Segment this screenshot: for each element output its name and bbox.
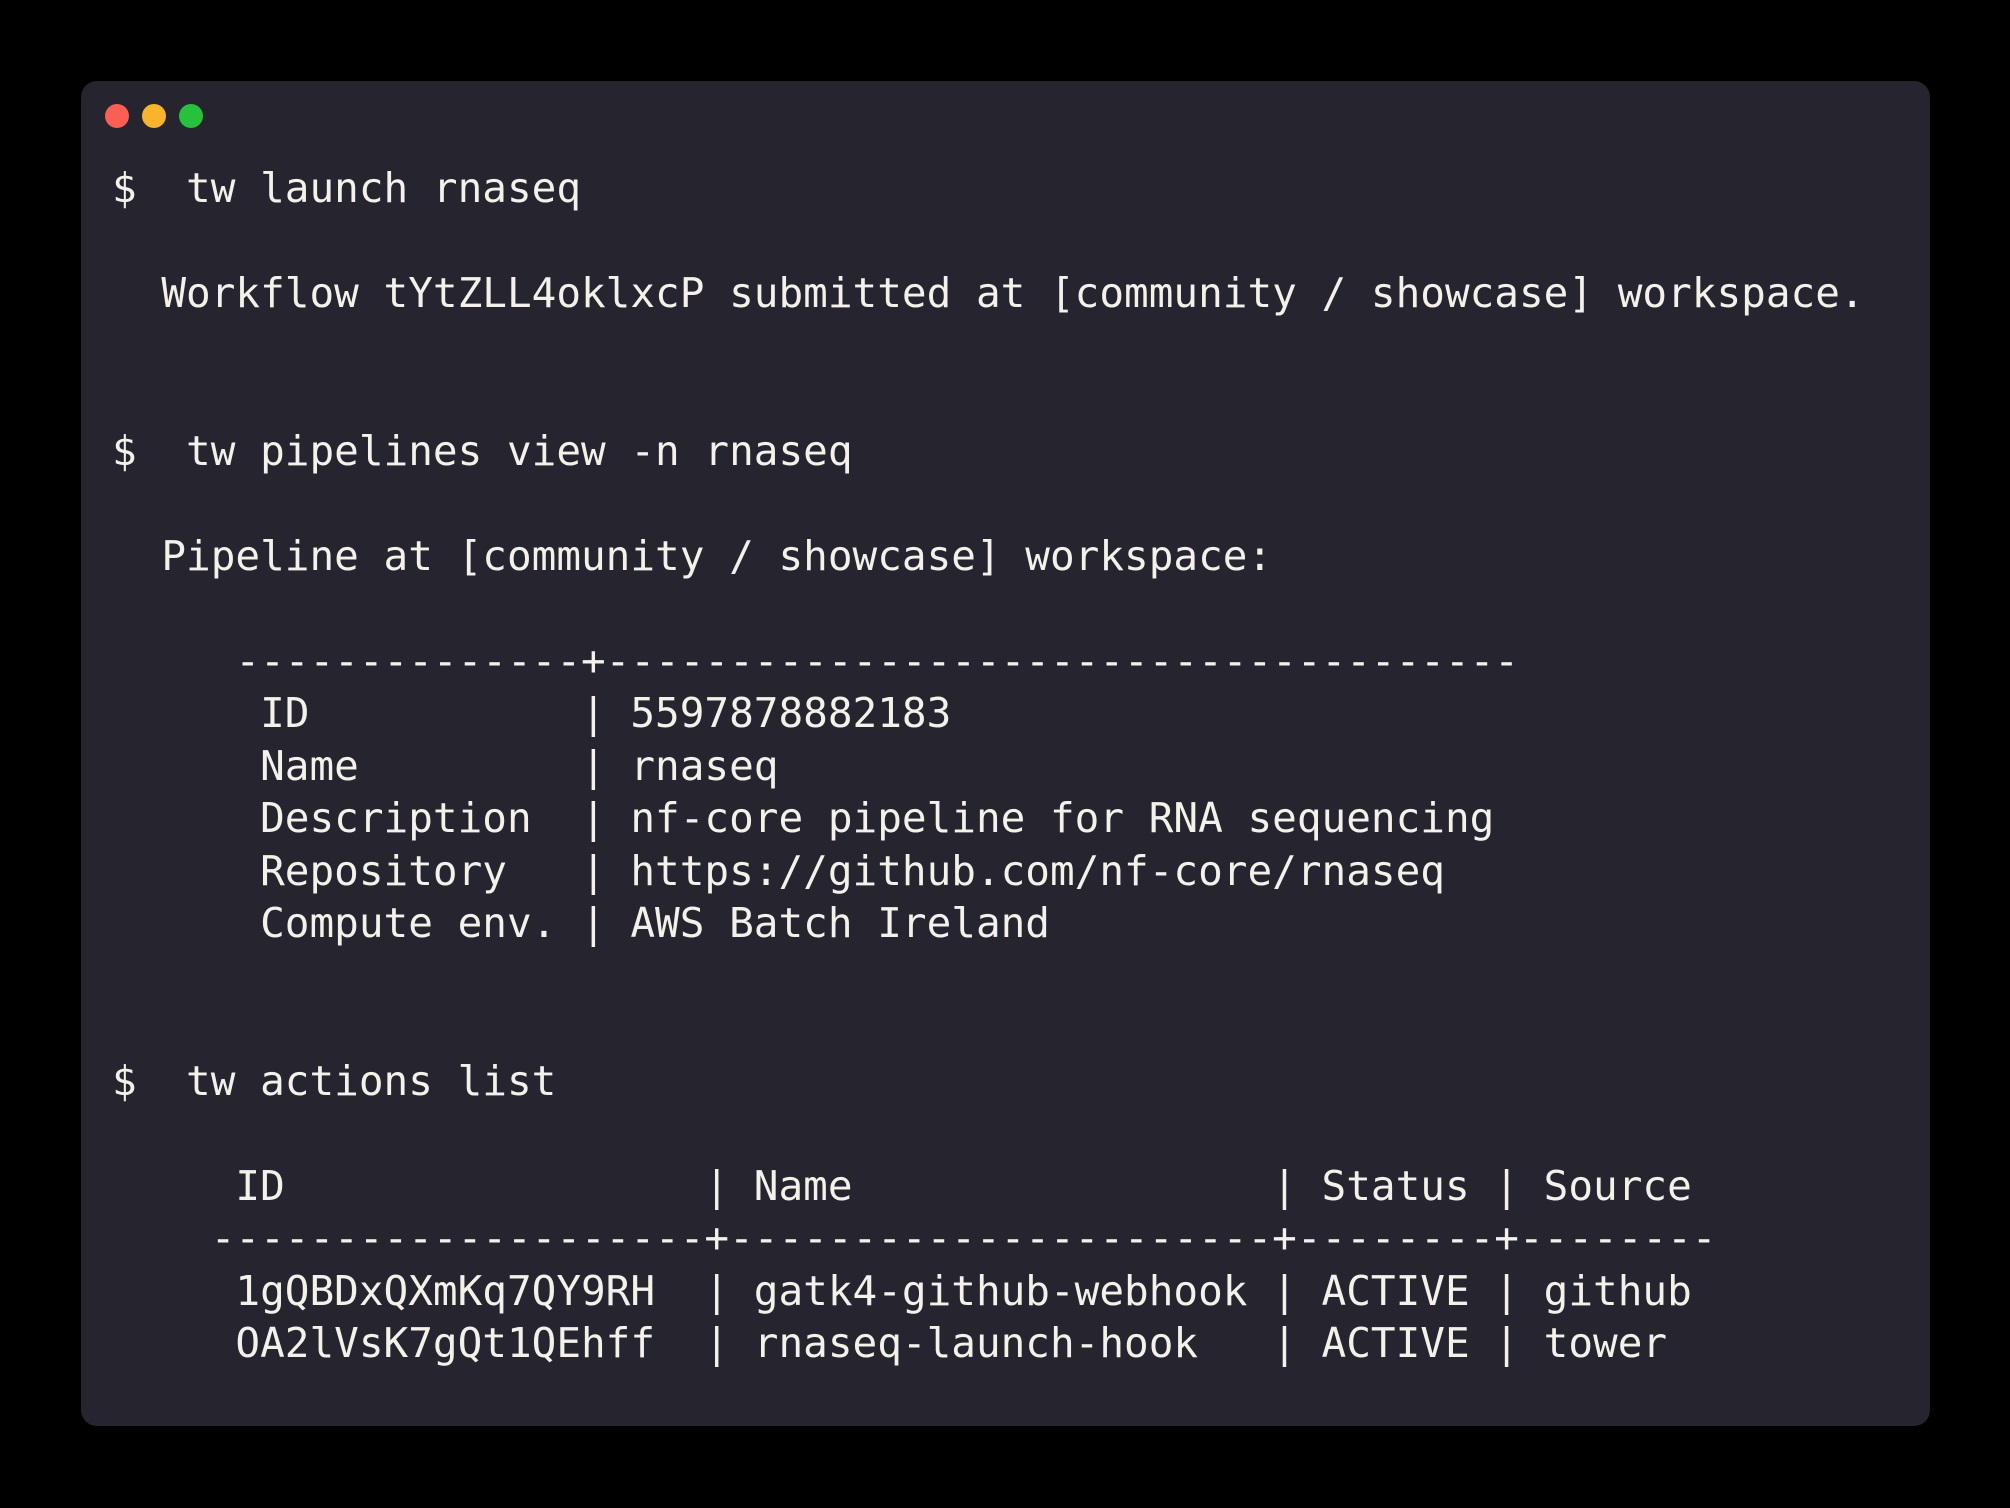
- blank-line: [112, 1107, 1930, 1160]
- blank-line: [112, 1002, 1930, 1055]
- actions-table-row: 1gQBDxQXmKq7QY9RH | gatk4-github-webhook…: [112, 1265, 1930, 1318]
- page-background: $ tw launch rnaseq Workflow tYtZLL4oklxc…: [0, 0, 2010, 1508]
- pipeline-detail-row-repository: Repository | https://github.com/nf-core/…: [112, 845, 1930, 898]
- blank-line: [112, 950, 1930, 1003]
- workflow-submitted-message: Workflow tYtZLL4oklxcP submitted at [com…: [112, 267, 1930, 320]
- pipeline-detail-row-compute-env: Compute env. | AWS Batch Ireland: [112, 897, 1930, 950]
- terminal-window: $ tw launch rnaseq Workflow tYtZLL4oklxc…: [81, 81, 1930, 1426]
- terminal-body[interactable]: $ tw launch rnaseq Workflow tYtZLL4oklxc…: [112, 162, 1930, 1370]
- command-line-actions-list: $ tw actions list: [112, 1055, 1930, 1108]
- actions-table-header: ID | Name | Status | Source: [112, 1160, 1930, 1213]
- blank-line: [112, 320, 1930, 373]
- command-line-launch: $ tw launch rnaseq: [112, 162, 1930, 215]
- pipeline-detail-row-description: Description | nf-core pipeline for RNA s…: [112, 792, 1930, 845]
- pipeline-workspace-heading: Pipeline at [community / showcase] works…: [112, 530, 1930, 583]
- close-button[interactable]: [105, 104, 129, 128]
- pipeline-detail-row-name: Name | rnaseq: [112, 740, 1930, 793]
- blank-line: [112, 215, 1930, 268]
- window-titlebar: [81, 81, 1930, 128]
- blank-line: [112, 582, 1930, 635]
- pipeline-table-separator: --------------+-------------------------…: [112, 635, 1930, 688]
- actions-table-row: OA2lVsK7gQt1QEhff | rnaseq-launch-hook |…: [112, 1317, 1930, 1370]
- blank-line: [112, 372, 1930, 425]
- pipeline-detail-row-id: ID | 5597878882183: [112, 687, 1930, 740]
- command-line-pipelines-view: $ tw pipelines view -n rnaseq: [112, 425, 1930, 478]
- blank-line: [112, 477, 1930, 530]
- zoom-button[interactable]: [179, 104, 203, 128]
- minimize-button[interactable]: [142, 104, 166, 128]
- actions-table-separator: --------------------+-------------------…: [112, 1212, 1930, 1265]
